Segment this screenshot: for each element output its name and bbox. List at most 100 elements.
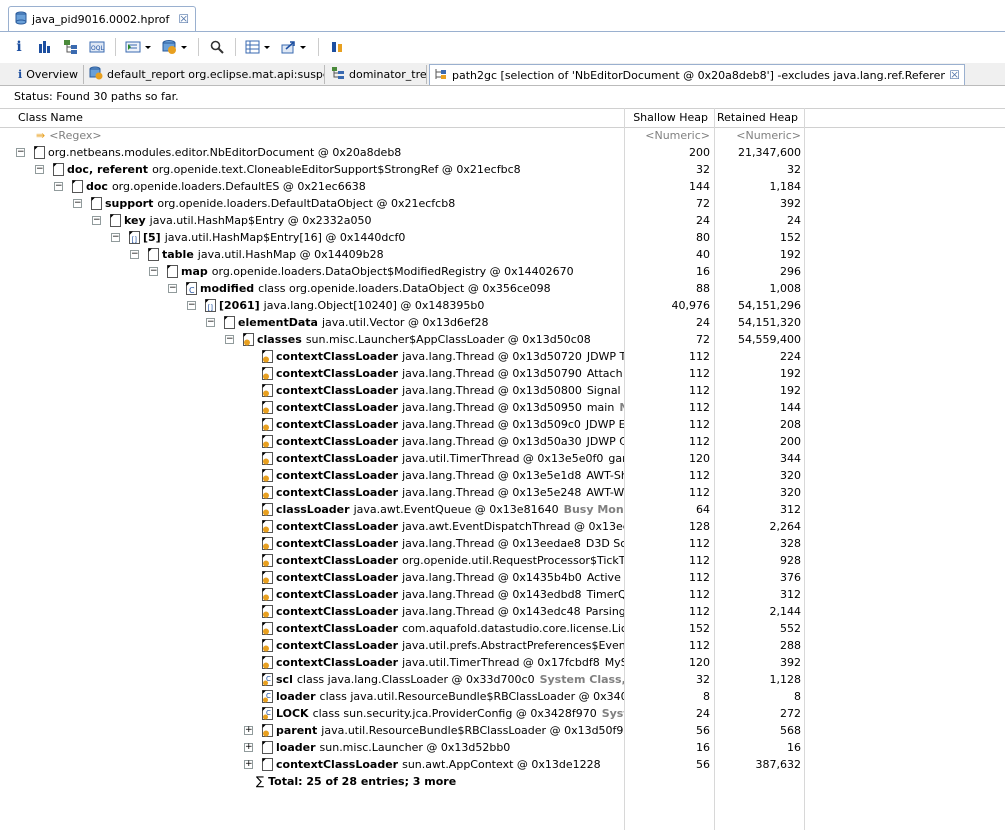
histogram-icon[interactable] <box>34 36 56 58</box>
table-row[interactable]: contextClassLoader java.lang.Thread @ 0x1… <box>0 399 805 416</box>
table-row[interactable]: − table java.util.HashMap @ 0x14409b28 40 19… <box>0 246 805 263</box>
class-label: java.awt.EventDispatchThread @ 0x13eeda3… <box>402 520 624 533</box>
thread-name: garbage c <box>608 452 624 465</box>
field-name: doc, referent <box>67 163 149 176</box>
table-row[interactable]: + contextClassLoader sun.awt.AppContext @ … <box>0 756 805 773</box>
shallow-heap-cell: 72 <box>696 333 710 346</box>
column-header-retained-heap[interactable]: Retained Heap <box>715 109 805 127</box>
class-name-cell: classes sun.misc.Launcher$AppClassLoader … <box>0 331 624 348</box>
export-icon[interactable] <box>279 36 311 58</box>
class-label: class java.lang.ClassLoader @ 0x33d700c0 <box>296 673 535 686</box>
info-icon[interactable]: i <box>8 36 30 58</box>
table-row[interactable]: contextClassLoader java.lang.Thread @ 0x1… <box>0 484 805 501</box>
class-label: sun.awt.AppContext @ 0x13de1228 <box>402 758 601 771</box>
table-row[interactable]: − doc, referent org.openide.text.Cloneable… <box>0 161 805 178</box>
toolbar: i OQL <box>0 32 1005 62</box>
search-icon[interactable] <box>206 36 228 58</box>
field-name: contextClassLoader <box>276 486 399 499</box>
editor-tab-hprof[interactable]: java_pid9016.0002.hprof ☒ <box>8 6 197 31</box>
table-row[interactable]: − org.netbeans.modules.editor.NbEditorDoc… <box>0 144 805 161</box>
array-icon: [] <box>129 231 140 244</box>
gc-root-icon <box>262 554 273 567</box>
tab-overview[interactable]: i Overview <box>14 65 84 84</box>
column-header-shallow-heap[interactable]: Shallow Heap <box>625 109 715 127</box>
field-name: loader <box>276 690 316 703</box>
table-row[interactable]: + parent java.util.ResourceBundle$RBClassL… <box>0 722 805 739</box>
table-row[interactable]: Cscl class java.lang.ClassLoader @ 0x33d7… <box>0 671 805 688</box>
table-row[interactable]: −[] [2061] java.lang.Object[10240] @ 0x148… <box>0 297 805 314</box>
class-name-cell: classLoader java.awt.EventQueue @ 0x13e81… <box>0 501 624 518</box>
retained-heap-cell: 320 <box>780 469 801 482</box>
table-row[interactable]: − elementData java.util.Vector @ 0x13d6ef2… <box>0 314 805 331</box>
retained-heap-cell: 328 <box>780 537 801 550</box>
class-name-cell: contextClassLoader java.lang.Thread @ 0x1… <box>0 382 624 399</box>
field-name: [5] <box>143 231 161 244</box>
table-row[interactable]: − support org.openide.loaders.DefaultDataO… <box>0 195 805 212</box>
table-row[interactable]: contextClassLoader java.lang.Thread @ 0x1… <box>0 382 805 399</box>
table-row[interactable]: contextClassLoader java.lang.Thread @ 0x1… <box>0 535 805 552</box>
class-name-cell: doc org.openide.loaders.DefaultES @ 0x21e… <box>0 178 624 195</box>
table-row[interactable]: contextClassLoader java.lang.Thread @ 0x1… <box>0 433 805 450</box>
retained-heap-filter[interactable]: <Numeric> <box>715 127 801 144</box>
tab-default-report[interactable]: default_report org.eclipse.mat.api:suspe… <box>85 65 325 84</box>
table-row[interactable]: − classes sun.misc.Launcher$AppClassLoader… <box>0 331 805 348</box>
close-icon[interactable]: ☒ <box>949 68 960 82</box>
column-header-class-name[interactable]: Class Name <box>0 109 625 127</box>
table-row[interactable]: contextClassLoader java.lang.Thread @ 0x1… <box>0 348 805 365</box>
dominator-tree-icon[interactable] <box>60 36 82 58</box>
retained-heap-cell: 192 <box>780 248 801 261</box>
sum-icon: ∑ <box>256 774 265 788</box>
gc-root-icon <box>262 452 273 465</box>
shallow-heap-filter[interactable]: <Numeric> <box>625 127 710 144</box>
gc-root-icon <box>262 435 273 448</box>
table-row[interactable]: contextClassLoader java.lang.Thread @ 0x1… <box>0 467 805 484</box>
table-row[interactable]: −[] [5] java.util.HashMap$Entry[16] @ 0x14… <box>0 229 805 246</box>
table-row[interactable]: C LOCK class sun.security.jca.ProviderConf… <box>0 705 805 722</box>
gc-root-icon <box>262 418 273 431</box>
retained-heap-cell: 392 <box>780 197 801 210</box>
retained-heap-cell: 1,128 <box>769 673 802 686</box>
table-row[interactable]: contextClassLoader java.util.prefs.Abstra… <box>0 637 805 654</box>
shallow-heap-cell: 120 <box>689 452 710 465</box>
class-name-cell: contextClassLoader java.lang.Thread @ 0x1… <box>0 416 624 433</box>
oql-icon[interactable]: OQL <box>86 36 108 58</box>
table-row[interactable]: contextClassLoader org.openide.util.Reque… <box>0 552 805 569</box>
table-row[interactable]: Cloader class java.util.ResourceBundle$RB… <box>0 688 805 705</box>
table-row[interactable]: − doc org.openide.loaders.DefaultES @ 0x21… <box>0 178 805 195</box>
pin-icon[interactable] <box>326 36 348 58</box>
table-row[interactable]: contextClassLoader java.lang.Thread @ 0x1… <box>0 586 805 603</box>
class-label: org.netbeans.modules.editor.NbEditorDocu… <box>48 146 402 159</box>
close-icon[interactable]: ☒ <box>178 12 189 26</box>
class-label: class sun.security.jca.ProviderConfig @ … <box>312 707 597 720</box>
table-row[interactable]: − map org.openide.loaders.DataObject$Modif… <box>0 263 805 280</box>
table-row[interactable]: contextClassLoader com.aquafold.datastudi… <box>0 620 805 637</box>
tab-dominator-tree[interactable]: dominator_tree <box>327 65 427 84</box>
table-row[interactable]: − key java.util.HashMap$Entry @ 0x2332a050… <box>0 212 805 229</box>
toolbar-separator <box>318 38 319 56</box>
class-label: java.lang.Thread @ 0x13d509c0 <box>402 418 581 431</box>
table-row[interactable]: contextClassLoader java.lang.Thread @ 0x1… <box>0 365 805 382</box>
table-row[interactable]: + loader sun.misc.Launcher @ 0x13d52bb0 16 1… <box>0 739 805 756</box>
query-browser-icon[interactable] <box>159 36 191 58</box>
class-label: java.util.Vector @ 0x13d6ef28 <box>321 316 489 329</box>
field-name: contextClassLoader <box>276 452 399 465</box>
class-label: java.util.HashMap @ 0x14409b28 <box>197 248 384 261</box>
run-report-icon[interactable] <box>123 36 155 58</box>
table-row[interactable]: classLoader java.awt.EventQueue @ 0x13e81… <box>0 501 805 518</box>
table-row[interactable]: contextClassLoader java.lang.Thread @ 0x1… <box>0 416 805 433</box>
field-name: contextClassLoader <box>276 758 399 771</box>
regex-filter[interactable]: ⇛ <Regex> <box>0 127 660 144</box>
field-name: contextClassLoader <box>276 350 399 363</box>
table-row[interactable]: contextClassLoader java.lang.Thread @ 0x1… <box>0 603 805 620</box>
gc-root-icon <box>243 333 254 346</box>
table-row[interactable]: contextClassLoader java.util.TimerThread … <box>0 654 805 671</box>
table-row[interactable]: contextClassLoader java.lang.Thread @ 0x1… <box>0 569 805 586</box>
total-label: Total: 25 of 28 entries; 3 more <box>268 775 457 788</box>
shallow-heap-cell: 80 <box>696 231 710 244</box>
heap-dump-overview-icon[interactable] <box>243 36 275 58</box>
field-name: [2061] <box>219 299 260 312</box>
tab-path2gc[interactable]: path2gc [selection of 'NbEditorDocument … <box>429 64 965 85</box>
table-row[interactable]: contextClassLoader java.awt.EventDispatch… <box>0 518 805 535</box>
table-row[interactable]: − Cmodified class org.openide.loaders.Data… <box>0 280 805 297</box>
table-row[interactable]: contextClassLoader java.util.TimerThread … <box>0 450 805 467</box>
